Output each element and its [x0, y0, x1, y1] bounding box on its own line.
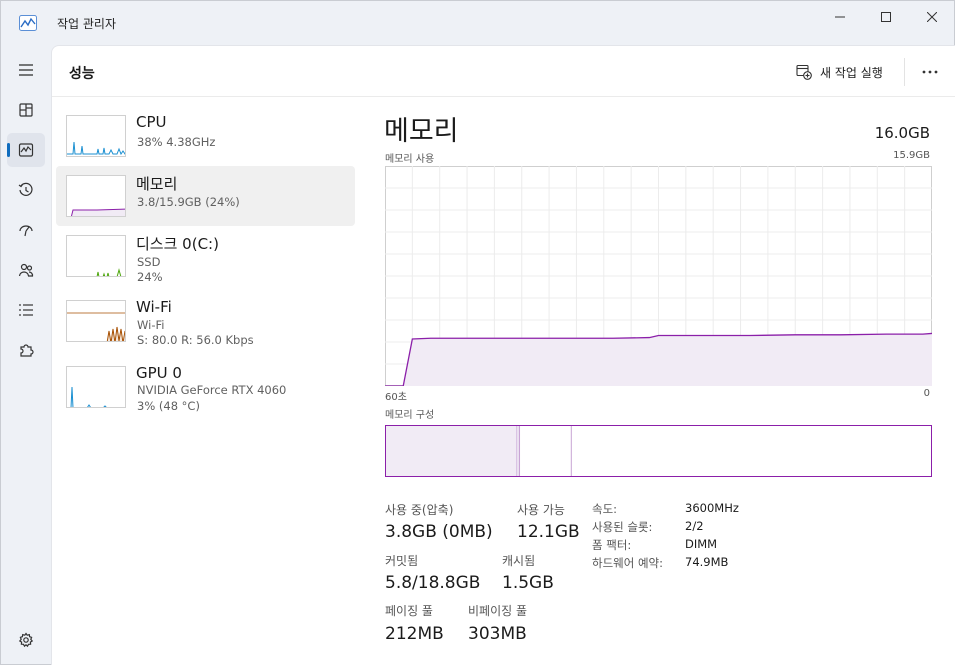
- users-icon: [18, 263, 34, 277]
- detail-title: 메모리: [384, 116, 459, 147]
- resource-cpu[interactable]: CPU 38% 4.38GHz: [56, 106, 355, 166]
- composition-in-use: [386, 426, 517, 476]
- speed-value: 3600MHz: [685, 501, 739, 515]
- memory-composition-label: 메모리 구성: [385, 410, 435, 421]
- history-icon: [18, 182, 33, 196]
- services-puzzle-icon: [20, 344, 34, 357]
- memory-composition-bar: [385, 425, 932, 477]
- resource-name: 디스크 0(C:): [136, 235, 219, 253]
- form-factor-label: 폼 팩터:: [592, 538, 632, 552]
- hardware-reserved-label: 하드웨어 예약:: [592, 556, 664, 570]
- maximize-button[interactable]: [863, 1, 909, 33]
- nav-users[interactable]: [7, 253, 45, 287]
- nav-app-history[interactable]: [7, 173, 45, 207]
- resource-usage: 3% (48 °C): [137, 399, 200, 413]
- resource-throughput: S: 80.0 R: 56.0 Kbps: [137, 333, 254, 347]
- resource-name: Wi-Fi: [136, 298, 172, 316]
- paged-pool-value: 212MB: [385, 624, 444, 644]
- speed-label: 속도:: [592, 502, 618, 516]
- memory-total: 16.0GB: [874, 124, 930, 142]
- cached-label: 캐시됨: [502, 554, 536, 568]
- available-label: 사용 가능: [517, 503, 565, 517]
- nav-startup-apps[interactable]: [7, 213, 45, 247]
- processes-icon: [19, 103, 33, 117]
- page-header: 성능 새 작업 실행: [52, 46, 955, 97]
- memory-usage-label: 메모리 사용: [385, 154, 435, 165]
- resource-gpu[interactable]: GPU 0 NVIDIA GeForce RTX 4060 3% (48 °C): [56, 357, 355, 417]
- run-new-task-button[interactable]: 새 작업 실행: [796, 62, 883, 82]
- wifi-thumbnail-graph: [66, 300, 126, 342]
- resource-type: SSD: [137, 255, 161, 269]
- close-button[interactable]: [909, 1, 955, 33]
- committed-value: 5.8/18.8GB: [385, 573, 481, 593]
- slots-used-value: 2/2: [685, 519, 704, 533]
- resource-detail: 38% 4.38GHz: [137, 135, 216, 149]
- page-title: 성능: [69, 66, 95, 82]
- resource-usage: 24%: [137, 270, 163, 284]
- resource-wifi[interactable]: Wi-Fi Wi-Fi S: 80.0 R: 56.0 Kbps: [56, 291, 355, 351]
- cpu-thumbnail-graph: [66, 115, 126, 157]
- task-manager-window: 작업 관리자 성능 새 작업 실행 CPU 38% 4.38GHz 메모리 3.…: [0, 0, 955, 665]
- memory-usage-max: 15.9GB: [893, 150, 930, 161]
- more-options-button[interactable]: [917, 60, 943, 84]
- run-new-task-label: 새 작업 실행: [820, 65, 883, 80]
- header-divider: [904, 58, 905, 86]
- startup-icon: [19, 225, 33, 237]
- chart-axis-start-label: 60초: [385, 392, 407, 403]
- memory-usage-chart: [384, 166, 933, 387]
- nav-processes[interactable]: [7, 93, 45, 127]
- resource-name: 메모리: [136, 175, 178, 193]
- resource-name: GPU 0: [136, 364, 182, 382]
- gpu-thumbnail-graph: [66, 366, 126, 408]
- performance-icon: [18, 143, 34, 157]
- resource-name: CPU: [136, 113, 167, 131]
- settings-gear-icon: [18, 632, 34, 648]
- in-use-value: 3.8GB (0MB): [385, 522, 493, 542]
- paged-pool-label: 페이징 풀: [385, 604, 433, 618]
- nav-settings[interactable]: [7, 623, 45, 657]
- hamburger-menu-button[interactable]: [7, 53, 45, 87]
- resource-model: NVIDIA GeForce RTX 4060: [137, 383, 287, 397]
- title-bar: 작업 관리자: [1, 1, 955, 45]
- nav-details[interactable]: [7, 293, 45, 327]
- nonpaged-pool-value: 303MB: [468, 624, 527, 644]
- chart-axis-end-label: 0: [923, 388, 930, 399]
- content-panel: 성능 새 작업 실행 CPU 38% 4.38GHz 메모리 3.8/15.9G…: [51, 45, 955, 665]
- resource-adapter: Wi-Fi: [137, 318, 165, 332]
- nav-performance[interactable]: [7, 133, 45, 167]
- hardware-reserved-value: 74.9MB: [685, 555, 729, 569]
- cached-value: 1.5GB: [502, 573, 554, 593]
- resource-detail: 3.8/15.9GB (24%): [137, 195, 240, 209]
- resource-disk[interactable]: 디스크 0(C:) SSD 24%: [56, 226, 355, 286]
- memory-thumbnail-graph: [66, 175, 126, 217]
- form-factor-value: DIMM: [685, 537, 718, 551]
- memory-usage-area: [385, 333, 932, 386]
- memory-usage-chart-svg: [384, 166, 933, 387]
- available-value: 12.1GB: [517, 522, 580, 542]
- navigation-rail: [1, 45, 51, 665]
- window-title: 작업 관리자: [57, 17, 117, 31]
- task-manager-app-icon: [19, 15, 37, 31]
- resource-memory[interactable]: 메모리 3.8/15.9GB (24%): [56, 166, 355, 226]
- committed-label: 커밋됨: [385, 554, 419, 568]
- disk-thumbnail-graph: [66, 235, 126, 277]
- nav-services[interactable]: [7, 333, 45, 367]
- hamburger-icon: [19, 64, 33, 76]
- new-task-icon: [796, 64, 812, 80]
- details-list-icon: [19, 304, 33, 316]
- slots-used-label: 사용된 슬롯:: [592, 520, 653, 534]
- more-dots-icon: [922, 70, 938, 74]
- nonpaged-pool-label: 비페이징 풀: [468, 604, 528, 618]
- minimize-button[interactable]: [817, 1, 863, 33]
- in-use-label: 사용 중(압축): [385, 503, 454, 517]
